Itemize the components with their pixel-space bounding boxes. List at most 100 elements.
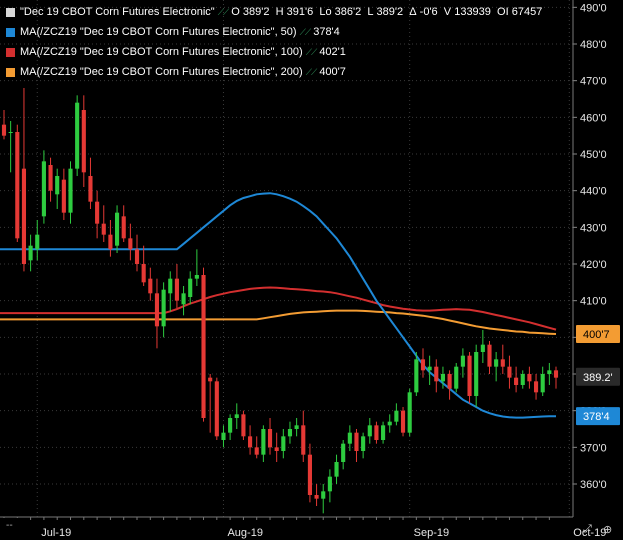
candle-body <box>41 161 46 217</box>
bottom-left-corner[interactable]: -- <box>0 518 24 540</box>
candle-body <box>281 436 286 451</box>
y-tick-label: 490'0 <box>580 2 607 14</box>
sparkline-icon: ⟋⟋ <box>305 47 318 57</box>
candle-body <box>68 168 73 213</box>
candle <box>454 363 459 393</box>
candle-body <box>514 377 519 385</box>
candle-body <box>35 234 40 250</box>
candle-body <box>101 223 106 235</box>
y-tick-label: 460'0 <box>580 112 607 124</box>
candle <box>394 403 399 426</box>
candle <box>61 168 66 220</box>
candle-body <box>261 429 266 455</box>
candle <box>267 418 273 455</box>
candle-body <box>134 249 140 264</box>
candle-body <box>447 374 452 389</box>
candle <box>35 220 40 261</box>
candle <box>81 95 86 187</box>
candle-body <box>553 370 559 378</box>
candle <box>261 425 266 462</box>
candle <box>553 366 559 389</box>
high-value: 391'6 <box>286 6 314 18</box>
candle-body <box>148 278 153 294</box>
candle <box>407 388 412 437</box>
ma50-swatch <box>6 27 15 37</box>
candle-body <box>454 366 459 389</box>
sparkline-icon: ⟋⟋ <box>217 7 230 17</box>
ma100-line <box>0 286 557 331</box>
x-tick-label: Sep-19 <box>414 527 449 539</box>
main-series-name: "Dec 19 CBOT Corn Futures Electronic" <box>20 6 215 18</box>
oi-value: 67457 <box>511 6 543 18</box>
ma200-price-tag-text: 400'7 <box>583 329 610 341</box>
candle <box>101 205 106 242</box>
candle <box>514 366 519 393</box>
candle <box>334 454 339 484</box>
candle <box>533 374 539 400</box>
candle <box>48 157 53 202</box>
ma200-swatch <box>6 67 15 77</box>
corner-label: -- <box>6 520 13 531</box>
candle-body <box>507 366 512 378</box>
candle <box>248 425 253 455</box>
candle <box>114 205 120 253</box>
candle <box>88 157 93 209</box>
candle-body <box>334 462 339 477</box>
y-tick-label: 360'0 <box>580 479 607 491</box>
candle <box>520 370 525 389</box>
zoom-icon[interactable]: ⊕ <box>603 523 612 536</box>
candle <box>241 410 246 440</box>
candle <box>307 443 312 503</box>
last-value: 389'2 <box>376 6 404 18</box>
candle <box>374 421 379 444</box>
candle-body <box>234 414 239 418</box>
candle-body <box>540 374 545 393</box>
volume-value: 133939 <box>454 6 491 18</box>
candle-body <box>307 454 312 495</box>
candle-body <box>241 414 246 437</box>
legend-ma100[interactable]: MA(/ZCZ19 "Dec 19 CBOT Corn Futures Elec… <box>6 42 542 62</box>
candle <box>420 348 426 378</box>
ma200-line <box>0 309 557 335</box>
candle-body <box>8 132 13 133</box>
candle-body <box>321 491 326 499</box>
candle-body <box>168 278 173 294</box>
candle-body <box>460 355 465 367</box>
legend-main-series[interactable]: "Dec 19 CBOT Corn Futures Electronic" ⟋⟋… <box>6 2 542 22</box>
candle <box>281 429 286 459</box>
open-value: 389'2 <box>242 6 270 18</box>
candle-body <box>95 201 100 224</box>
candle-body <box>55 176 60 195</box>
candle-body <box>314 495 319 499</box>
expand-icon[interactable]: ⤢ <box>583 523 592 536</box>
volume-label: V <box>443 6 452 18</box>
candle <box>447 370 452 400</box>
y-tick-label: 450'0 <box>580 149 607 161</box>
candle <box>194 249 199 286</box>
candle <box>274 432 279 462</box>
candle-body <box>301 425 306 455</box>
low-value: 386'2 <box>334 6 362 18</box>
candle <box>8 121 13 173</box>
candle <box>214 377 219 440</box>
sparkline-icon: ⟋⟋ <box>305 67 318 77</box>
main-series-swatch <box>6 7 15 17</box>
candle <box>434 359 439 393</box>
candle <box>168 271 173 312</box>
candle-body <box>267 429 273 448</box>
candle <box>387 414 392 433</box>
candle-body <box>341 443 346 462</box>
legend-ma50[interactable]: MA(/ZCZ19 "Dec 19 CBOT Corn Futures Elec… <box>6 22 542 42</box>
y-tick-label: 470'0 <box>580 76 607 88</box>
candle <box>188 271 193 305</box>
candle-body <box>194 275 199 279</box>
candle-body <box>381 425 386 440</box>
candle <box>201 267 206 422</box>
candle-body <box>154 293 160 327</box>
legend-ma200[interactable]: MA(/ZCZ19 "Dec 19 CBOT Corn Futures Elec… <box>6 62 542 82</box>
candle-body <box>474 352 479 396</box>
candle <box>321 484 326 514</box>
candle-body <box>108 234 113 250</box>
candle <box>15 124 20 242</box>
candle <box>361 432 366 459</box>
